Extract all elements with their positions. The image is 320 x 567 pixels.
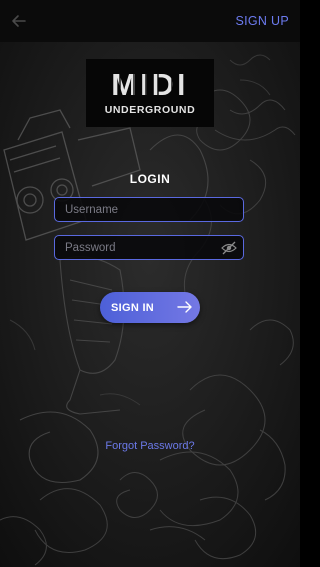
login-heading: LOGIN: [129, 172, 171, 186]
arrow-right-icon: [177, 301, 192, 313]
login-screen: SIGN UP MIDI UNDERGROUND LOGIN Username …: [0, 0, 300, 567]
eye-off-icon[interactable]: [221, 241, 237, 255]
password-input[interactable]: [55, 236, 243, 259]
username-field[interactable]: [54, 197, 244, 222]
sign-in-label: SIGN IN: [111, 302, 155, 314]
username-input[interactable]: [55, 198, 243, 221]
logo-line2: UNDERGROUND: [105, 104, 196, 116]
logo-graphic: MIDI UNDERGROUND: [101, 67, 197, 116]
midi-underground-logo: MIDI UNDERGROUND: [86, 59, 214, 127]
sign-in-button[interactable]: SIGN IN: [100, 292, 200, 323]
signup-link[interactable]: SIGN UP: [236, 14, 290, 28]
back-button[interactable]: [8, 10, 30, 32]
arrow-left-icon: [12, 15, 26, 27]
logo-line1: MIDI: [111, 67, 188, 102]
top-bar: SIGN UP: [0, 0, 300, 42]
password-field[interactable]: [54, 235, 244, 260]
forgot-password-link[interactable]: Forgot Password?: [0, 440, 300, 452]
